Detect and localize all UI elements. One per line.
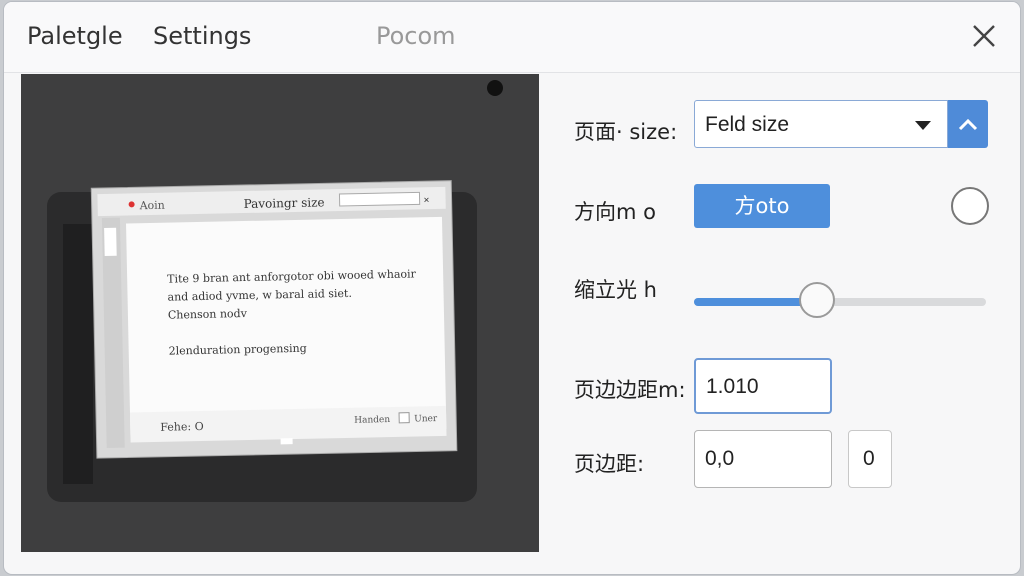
page-size-up-button[interactable] [948, 100, 988, 148]
chevron-up-icon [958, 118, 978, 131]
tab-pocom[interactable]: Pocom [376, 22, 456, 50]
print-settings-window: Paletgle Settings Pocom Aoin Pavoingr si… [4, 2, 1020, 574]
preview-left-label: Aoin [139, 199, 165, 213]
page-size-label: 页面· size: [574, 120, 678, 144]
orientation-button[interactable]: 方oto [694, 184, 830, 228]
titlebar: Paletgle Settings Pocom [4, 2, 1020, 73]
margin2-label: 页边距: [574, 452, 645, 476]
margin2-extra-input[interactable]: 0 [848, 430, 892, 488]
preview-footer-btn: Uner [414, 414, 438, 424]
zoom-label: 缩立光 h [574, 278, 657, 302]
preview-footer-right: Handen [354, 415, 390, 426]
zoom-slider[interactable] [694, 282, 986, 318]
preview-screen: Aoin Pavoingr size × Tite 9 bran ant anf… [90, 180, 458, 459]
camera-dot [487, 80, 503, 96]
margin-input[interactable]: 1.010 [694, 358, 832, 414]
close-icon [973, 25, 995, 47]
close-button[interactable] [970, 22, 998, 50]
tab-settings[interactable]: Settings [153, 22, 251, 50]
orientation-radio[interactable] [951, 187, 989, 225]
preview-dialog-title: Pavoingr size [243, 195, 324, 211]
orientation-label: 方向m o [574, 200, 656, 224]
zoom-slider-thumb[interactable] [798, 282, 835, 318]
margin2-input[interactable]: 0,0 [694, 430, 832, 488]
tab-paletgle[interactable]: Paletgle [27, 22, 123, 50]
page-size-value: Feld size [705, 113, 790, 136]
preview-footer-left: Fehe: O [160, 420, 204, 434]
svg-text:×: × [423, 195, 429, 206]
page-size-select[interactable]: Feld size [694, 100, 948, 148]
margin-label: 页边边距m: [574, 378, 686, 402]
page-preview: Aoin Pavoingr size × Tite 9 bran ant anf… [21, 74, 539, 552]
device-side [63, 224, 93, 484]
chevron-down-icon [915, 121, 931, 130]
preview-line-3: Chenson nodv [168, 307, 248, 322]
